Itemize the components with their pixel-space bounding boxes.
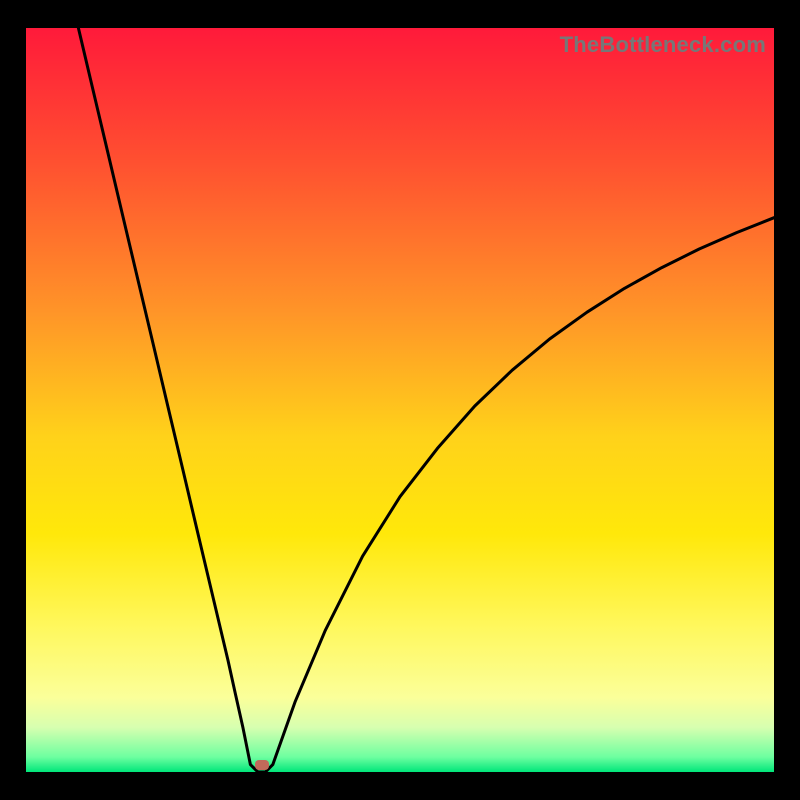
bottleneck-curve [78,28,774,772]
optimum-marker [255,760,269,770]
plot-area: TheBottleneck.com [26,28,774,772]
chart-stage: TheBottleneck.com [0,0,800,800]
curve-svg [26,28,774,772]
